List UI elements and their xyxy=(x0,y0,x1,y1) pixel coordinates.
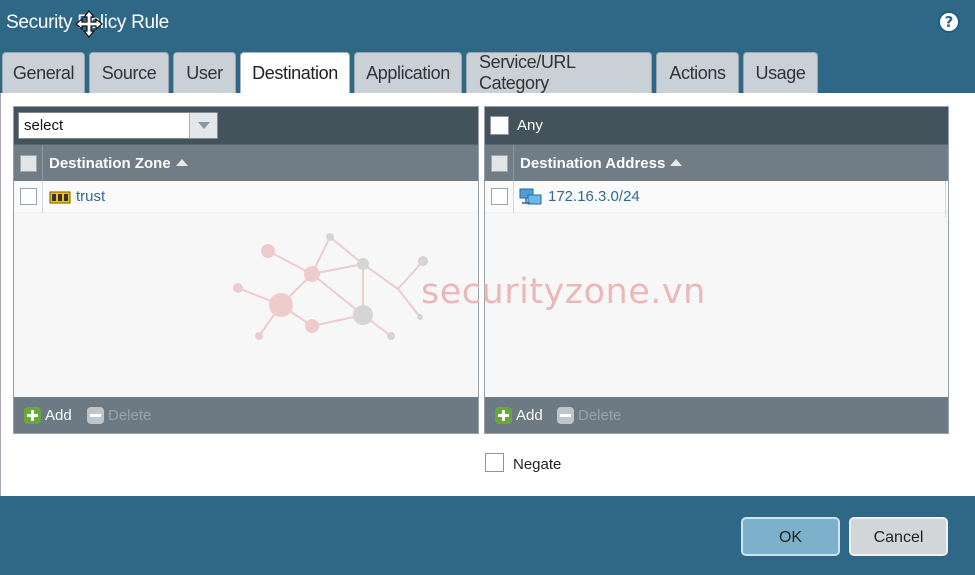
column-divider xyxy=(945,181,946,217)
tab-source[interactable]: Source xyxy=(89,52,169,93)
row-checkbox[interactable] xyxy=(20,188,37,205)
zone-delete-button: Delete xyxy=(87,406,151,424)
zone-panel-toolbar: select xyxy=(14,107,478,144)
zone-delete-label: Delete xyxy=(108,406,152,424)
any-address-checkbox[interactable] xyxy=(490,116,509,135)
tab-content-destination: select Destination Zone trust Add Delete… xyxy=(0,93,975,496)
negate-checkbox[interactable] xyxy=(485,453,504,472)
address-column-header-label[interactable]: Destination Address xyxy=(520,155,683,172)
sort-ascending-icon[interactable] xyxy=(670,159,683,166)
tab-general[interactable]: General xyxy=(2,52,85,93)
address-add-label: Add xyxy=(516,406,543,424)
tab-application[interactable]: Application xyxy=(354,52,462,93)
address-delete-label: Delete xyxy=(578,406,622,424)
zone-name-link[interactable]: trust xyxy=(76,188,105,205)
tab-destination[interactable]: Destination xyxy=(240,52,350,94)
tab-actions[interactable]: Actions xyxy=(656,52,739,93)
tab-user[interactable]: User xyxy=(173,52,236,93)
address-panel-toolbar: Any xyxy=(485,107,948,144)
zone-select-all-checkbox[interactable] xyxy=(20,155,37,172)
table-row[interactable]: trust xyxy=(14,181,478,213)
move-cursor-icon xyxy=(75,10,103,38)
zone-add-button[interactable]: Add xyxy=(24,406,72,424)
tab-service-url-category[interactable]: Service/URL Category xyxy=(466,52,652,93)
destination-address-panel: Any Destination Address 172.16.3.0/24 Ad… xyxy=(484,106,949,434)
address-column-header-text: Destination Address xyxy=(520,155,666,172)
delete-icon xyxy=(87,406,104,424)
address-delete-button: Delete xyxy=(557,406,621,424)
column-divider xyxy=(513,181,514,213)
address-select-all-checkbox[interactable] xyxy=(491,155,508,172)
address-add-button[interactable]: Add xyxy=(495,406,543,424)
add-icon xyxy=(495,406,512,424)
any-address-label: Any xyxy=(517,117,543,134)
zone-column-header-text: Destination Zone xyxy=(49,155,171,172)
zone-select-dropdown[interactable]: select xyxy=(18,112,218,139)
row-checkbox[interactable] xyxy=(491,188,508,205)
watermark-text: securityzone.vn xyxy=(421,272,706,312)
address-column-header: Destination Address xyxy=(485,144,948,182)
cancel-button[interactable]: Cancel xyxy=(849,517,948,556)
column-divider xyxy=(42,145,43,182)
zone-select-value: select xyxy=(24,117,64,134)
column-divider xyxy=(513,145,514,182)
address-panel-footer: Add Delete xyxy=(485,397,948,433)
tab-bar: General Source User Destination Applicat… xyxy=(2,52,818,94)
negate-label: Negate xyxy=(513,456,562,473)
zone-column-header: Destination Zone xyxy=(14,144,478,182)
zone-panel-footer: Add Delete xyxy=(14,397,478,433)
dialog-title-bar[interactable]: Security Policy Rule ? xyxy=(0,0,975,46)
help-icon[interactable]: ? xyxy=(938,11,960,33)
ok-button[interactable]: OK xyxy=(741,517,840,556)
address-link[interactable]: 172.16.3.0/24 xyxy=(548,188,640,205)
sort-ascending-icon[interactable] xyxy=(175,159,188,166)
delete-icon xyxy=(557,406,574,424)
column-divider xyxy=(42,181,43,213)
tab-usage[interactable]: Usage xyxy=(743,52,818,93)
add-icon xyxy=(24,406,41,424)
zone-column-header-label[interactable]: Destination Zone xyxy=(49,155,188,172)
zone-add-label: Add xyxy=(45,406,72,424)
table-row[interactable]: 172.16.3.0/24 xyxy=(485,181,948,213)
network-address-icon xyxy=(519,188,542,205)
chevron-down-icon[interactable] xyxy=(189,113,217,138)
zone-icon xyxy=(49,191,71,204)
